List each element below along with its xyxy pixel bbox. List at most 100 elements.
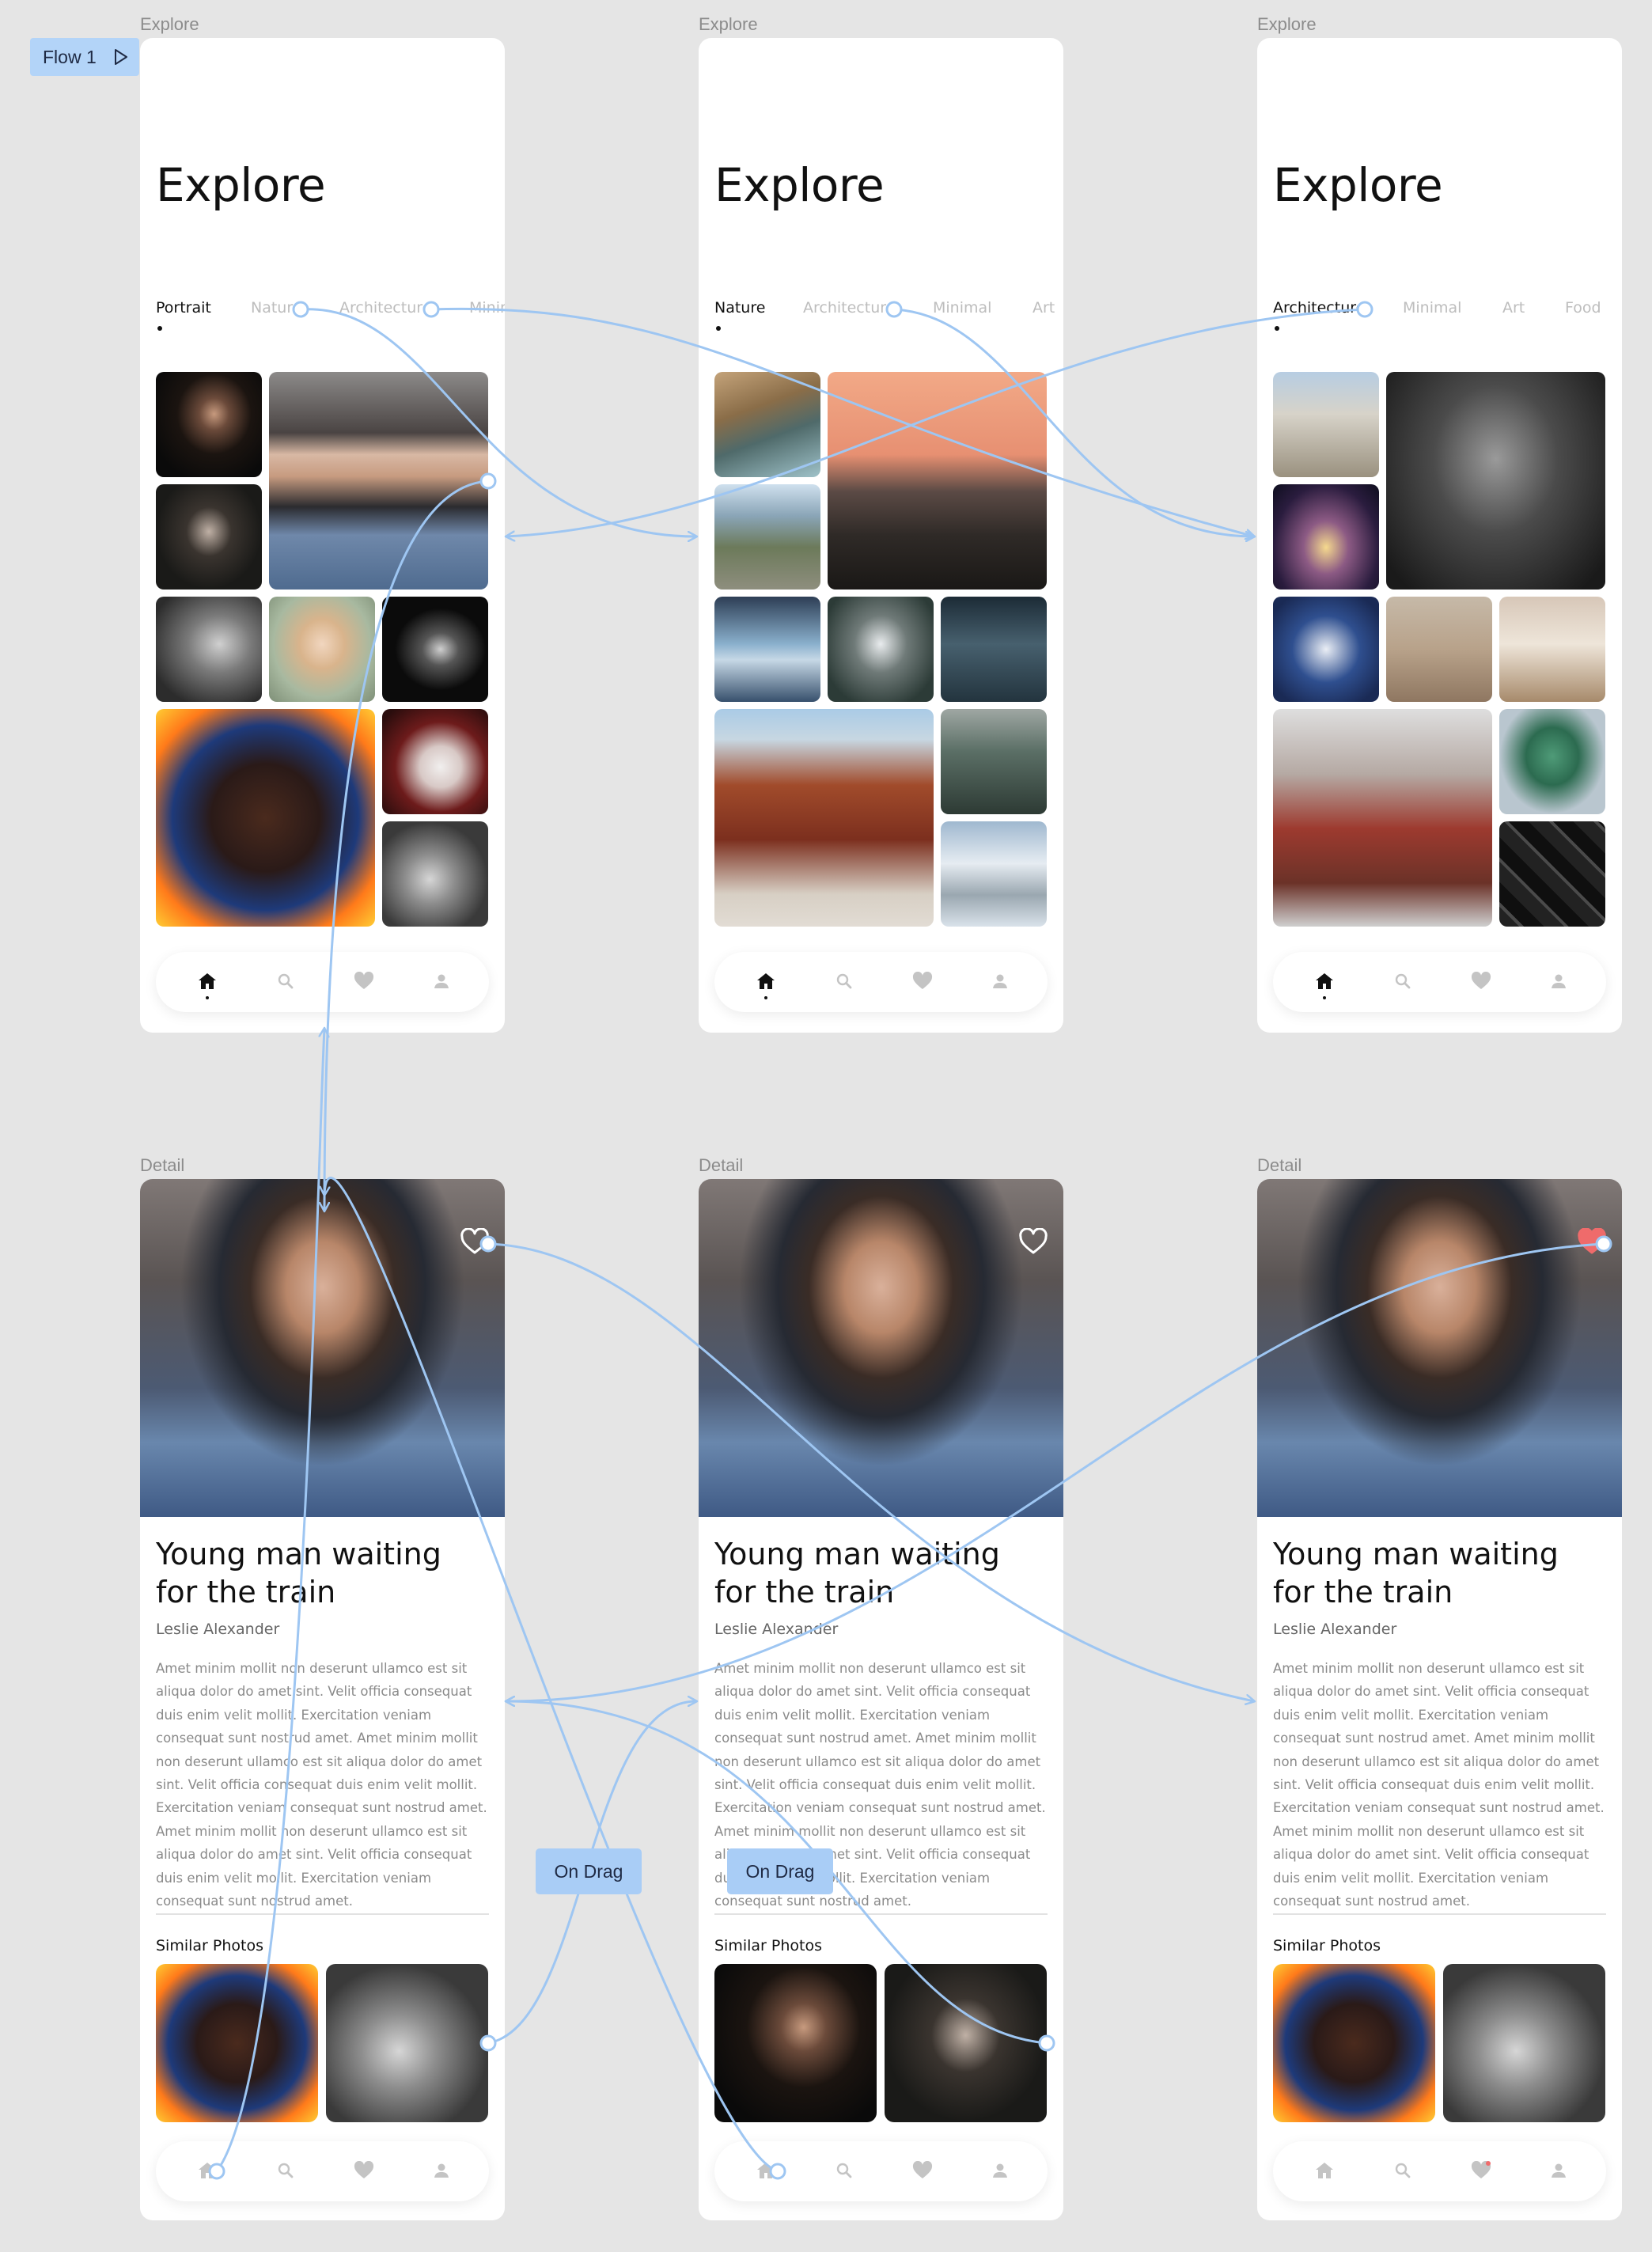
divider xyxy=(156,1913,489,1915)
photo-author[interactable]: Leslie Alexander xyxy=(1273,1621,1396,1638)
tab-minimal[interactable]: Minimal xyxy=(933,299,991,317)
similar-photo[interactable] xyxy=(326,1964,488,2122)
photo-tile[interactable] xyxy=(156,484,262,590)
photo-tile-featured[interactable] xyxy=(1386,372,1605,590)
similar-photo[interactable] xyxy=(714,1964,877,2122)
heart-icon[interactable] xyxy=(352,969,376,993)
active-tab-indicator xyxy=(716,326,721,331)
tab-minimal[interactable]: Minimal xyxy=(469,299,505,317)
photo-tile[interactable] xyxy=(941,821,1047,927)
on-drag-trigger-label[interactable]: On Drag xyxy=(727,1848,833,1894)
tab-architecture[interactable]: Architecture xyxy=(339,299,431,317)
bottom-navbar xyxy=(714,952,1048,1012)
home-icon[interactable] xyxy=(195,969,219,993)
photo-tile[interactable] xyxy=(156,372,262,477)
similar-photo[interactable] xyxy=(885,1964,1047,2122)
frame-label-detail-3: Detail xyxy=(1257,1155,1302,1175)
photo-tile[interactable] xyxy=(941,597,1047,702)
tab-nature[interactable]: Nature xyxy=(251,299,301,317)
tab-architecture[interactable]: Architecture xyxy=(1273,299,1365,317)
photo-tile[interactable] xyxy=(1499,709,1605,814)
like-heart-icon[interactable] xyxy=(460,1227,489,1257)
photo-tile[interactable] xyxy=(1273,597,1379,702)
heart-icon[interactable] xyxy=(1469,969,1493,993)
photo-tile-featured[interactable] xyxy=(1273,709,1492,927)
home-icon[interactable] xyxy=(754,2159,778,2182)
photo-description: Amet minim mollit non deserunt ullamco e… xyxy=(156,1661,487,1909)
photo-tile[interactable] xyxy=(382,821,488,927)
similar-photo[interactable] xyxy=(156,1964,318,2122)
home-icon[interactable] xyxy=(195,2159,219,2182)
search-icon[interactable] xyxy=(1391,969,1415,993)
search-icon[interactable] xyxy=(274,2159,297,2182)
photo-tile[interactable] xyxy=(1499,597,1605,702)
photo-tile[interactable] xyxy=(382,597,488,702)
user-icon[interactable] xyxy=(988,969,1012,993)
category-tabs: Nature Architecture Minimal Art xyxy=(714,299,1063,331)
tab-minimal[interactable]: Minimal xyxy=(1403,299,1461,317)
active-tab-indicator xyxy=(157,326,162,331)
search-icon[interactable] xyxy=(1391,2159,1415,2182)
photo-author[interactable]: Leslie Alexander xyxy=(714,1621,838,1638)
search-icon[interactable] xyxy=(274,969,297,993)
heart-icon[interactable] xyxy=(911,969,934,993)
frame-label-detail-2: Detail xyxy=(699,1155,744,1175)
explore-screen-portrait: Explore Portrait Nature Architecture Min… xyxy=(140,38,505,1033)
photo-tile-featured[interactable] xyxy=(269,372,488,590)
tab-nature[interactable]: Nature xyxy=(714,299,765,317)
flow-label: Flow 1 xyxy=(43,46,97,67)
tab-art[interactable]: Art xyxy=(1032,299,1055,317)
photo-tile[interactable] xyxy=(714,484,820,590)
tab-food[interactable]: Food xyxy=(1565,299,1601,317)
similar-photo[interactable] xyxy=(1443,1964,1605,2122)
photo-tile[interactable] xyxy=(1273,372,1379,477)
like-heart-icon[interactable] xyxy=(1019,1227,1048,1257)
photo-tile[interactable] xyxy=(828,597,934,702)
photo-tile[interactable] xyxy=(714,597,820,702)
bottom-navbar xyxy=(156,2141,489,2201)
user-icon[interactable] xyxy=(1547,969,1571,993)
photo-tile[interactable] xyxy=(382,709,488,814)
tab-art[interactable]: Art xyxy=(1502,299,1525,317)
hero-photo xyxy=(140,1179,505,1517)
on-drag-trigger-label[interactable]: On Drag xyxy=(536,1848,642,1894)
photo-tile[interactable] xyxy=(1499,821,1605,927)
user-icon[interactable] xyxy=(988,2159,1012,2182)
photo-tile-featured[interactable] xyxy=(828,372,1047,590)
photo-tile[interactable] xyxy=(1386,597,1492,702)
photo-tile[interactable] xyxy=(941,709,1047,814)
photo-tile-featured[interactable] xyxy=(156,709,375,927)
user-icon[interactable] xyxy=(1547,2159,1571,2182)
explore-screen-architecture: Explore Architecture Minimal Art Food xyxy=(1257,38,1622,1033)
home-icon[interactable] xyxy=(754,969,778,993)
user-icon[interactable] xyxy=(430,2159,453,2182)
heart-icon[interactable] xyxy=(1469,2159,1493,2182)
detail-screen-1: Young man waiting for the train Leslie A… xyxy=(140,1179,505,2220)
flow-start-badge[interactable]: Flow 1 xyxy=(30,38,139,76)
photo-tile-featured[interactable] xyxy=(714,709,934,927)
home-icon[interactable] xyxy=(1313,969,1336,993)
photo-tile[interactable] xyxy=(156,597,262,702)
search-icon[interactable] xyxy=(832,2159,856,2182)
photo-description: Amet minim mollit non deserunt ullamco e… xyxy=(1273,1661,1605,1909)
similar-photo[interactable] xyxy=(1273,1964,1435,2122)
photo-author[interactable]: Leslie Alexander xyxy=(156,1621,279,1638)
similar-photos-heading: Similar Photos xyxy=(1273,1937,1381,1954)
active-nav-indicator xyxy=(764,996,767,999)
page-title: Explore xyxy=(156,158,326,212)
liked-heart-icon[interactable] xyxy=(1578,1227,1606,1257)
tab-architecture[interactable]: Architecture xyxy=(803,299,895,317)
user-icon[interactable] xyxy=(430,969,453,993)
home-icon[interactable] xyxy=(1313,2159,1336,2182)
photo-tile[interactable] xyxy=(1273,484,1379,590)
hero-photo xyxy=(1257,1179,1622,1517)
photo-tile[interactable] xyxy=(714,372,820,477)
hero-photo xyxy=(699,1179,1063,1517)
heart-icon[interactable] xyxy=(352,2159,376,2182)
bottom-navbar xyxy=(714,2141,1048,2201)
tab-portrait[interactable]: Portrait xyxy=(156,299,211,317)
frame-label-explore-portrait: Explore xyxy=(140,14,199,34)
photo-tile[interactable] xyxy=(269,597,375,702)
search-icon[interactable] xyxy=(832,969,856,993)
heart-icon[interactable] xyxy=(911,2159,934,2182)
